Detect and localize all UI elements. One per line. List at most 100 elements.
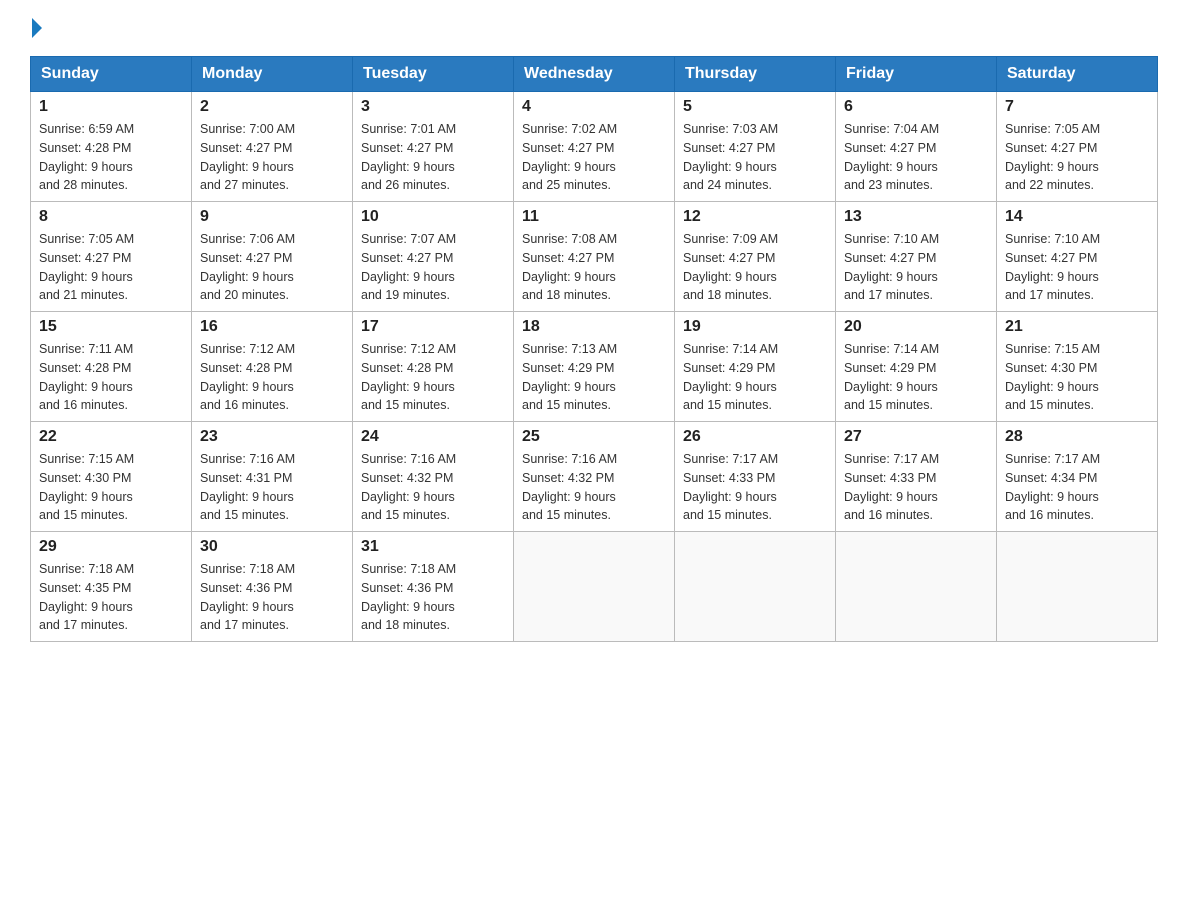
day-info: Sunrise: 7:13 AMSunset: 4:29 PMDaylight:… [522,340,666,415]
day-info: Sunrise: 7:11 AMSunset: 4:28 PMDaylight:… [39,340,183,415]
day-number: 16 [200,318,344,336]
day-info: Sunrise: 7:07 AMSunset: 4:27 PMDaylight:… [361,230,505,305]
calendar-cell: 20 Sunrise: 7:14 AMSunset: 4:29 PMDayligh… [836,312,997,422]
calendar-cell: 27 Sunrise: 7:17 AMSunset: 4:33 PMDayligh… [836,422,997,532]
calendar-cell: 17 Sunrise: 7:12 AMSunset: 4:28 PMDayligh… [353,312,514,422]
day-number: 29 [39,538,183,556]
day-info: Sunrise: 7:06 AMSunset: 4:27 PMDaylight:… [200,230,344,305]
day-info: Sunrise: 7:17 AMSunset: 4:33 PMDaylight:… [844,450,988,525]
day-info: Sunrise: 7:18 AMSunset: 4:36 PMDaylight:… [361,560,505,635]
day-number: 3 [361,98,505,116]
day-info: Sunrise: 7:09 AMSunset: 4:27 PMDaylight:… [683,230,827,305]
day-header-monday: Monday [192,57,353,92]
calendar-cell [514,532,675,642]
day-number: 15 [39,318,183,336]
calendar-cell: 12 Sunrise: 7:09 AMSunset: 4:27 PMDayligh… [675,202,836,312]
calendar-cell: 10 Sunrise: 7:07 AMSunset: 4:27 PMDayligh… [353,202,514,312]
calendar-cell: 3 Sunrise: 7:01 AMSunset: 4:27 PMDaylight… [353,92,514,202]
day-info: Sunrise: 7:10 AMSunset: 4:27 PMDaylight:… [844,230,988,305]
calendar-cell: 26 Sunrise: 7:17 AMSunset: 4:33 PMDayligh… [675,422,836,532]
calendar-cell: 9 Sunrise: 7:06 AMSunset: 4:27 PMDaylight… [192,202,353,312]
day-info: Sunrise: 7:14 AMSunset: 4:29 PMDaylight:… [844,340,988,415]
calendar-cell: 2Sunrise: 7:00 AMSunset: 4:27 PMDaylight… [192,92,353,202]
day-number: 9 [200,208,344,226]
day-number: 17 [361,318,505,336]
day-info: Sunrise: 7:14 AMSunset: 4:29 PMDaylight:… [683,340,827,415]
day-number: 20 [844,318,988,336]
day-info: Sunrise: 7:05 AMSunset: 4:27 PMDaylight:… [1005,120,1149,195]
day-info: Sunrise: 7:17 AMSunset: 4:34 PMDaylight:… [1005,450,1149,525]
day-number: 28 [1005,428,1149,446]
calendar-cell: 31 Sunrise: 7:18 AMSunset: 4:36 PMDayligh… [353,532,514,642]
day-info: Sunrise: 7:10 AMSunset: 4:27 PMDaylight:… [1005,230,1149,305]
calendar-cell: 5 Sunrise: 7:03 AMSunset: 4:27 PMDaylight… [675,92,836,202]
calendar-cell: 30 Sunrise: 7:18 AMSunset: 4:36 PMDayligh… [192,532,353,642]
day-header-wednesday: Wednesday [514,57,675,92]
days-of-week-row: SundayMondayTuesdayWednesdayThursdayFrid… [31,57,1158,92]
day-number: 10 [361,208,505,226]
day-info: Sunrise: 7:08 AMSunset: 4:27 PMDaylight:… [522,230,666,305]
day-number: 14 [1005,208,1149,226]
calendar-cell [675,532,836,642]
calendar-cell: 7 Sunrise: 7:05 AMSunset: 4:27 PMDaylight… [997,92,1158,202]
day-header-friday: Friday [836,57,997,92]
week-row-2: 8 Sunrise: 7:05 AMSunset: 4:27 PMDaylight… [31,202,1158,312]
day-header-saturday: Saturday [997,57,1158,92]
day-number: 11 [522,208,666,226]
day-info: Sunrise: 7:17 AMSunset: 4:33 PMDaylight:… [683,450,827,525]
day-number: 4 [522,98,666,116]
calendar-cell: 4 Sunrise: 7:02 AMSunset: 4:27 PMDaylight… [514,92,675,202]
day-number: 7 [1005,98,1149,116]
calendar-cell [836,532,997,642]
calendar-cell: 24 Sunrise: 7:16 AMSunset: 4:32 PMDayligh… [353,422,514,532]
calendar-cell: 15 Sunrise: 7:11 AMSunset: 4:28 PMDayligh… [31,312,192,422]
calendar-cell: 16Sunrise: 7:12 AMSunset: 4:28 PMDayligh… [192,312,353,422]
calendar-cell: 22Sunrise: 7:15 AMSunset: 4:30 PMDayligh… [31,422,192,532]
week-row-1: 1 Sunrise: 6:59 AMSunset: 4:28 PMDaylight… [31,92,1158,202]
calendar-cell [997,532,1158,642]
logo [30,20,42,38]
day-number: 27 [844,428,988,446]
day-number: 24 [361,428,505,446]
page-header [30,20,1158,38]
calendar-cell: 23 Sunrise: 7:16 AMSunset: 4:31 PMDayligh… [192,422,353,532]
calendar-cell: 29 Sunrise: 7:18 AMSunset: 4:35 PMDayligh… [31,532,192,642]
day-info: Sunrise: 7:03 AMSunset: 4:27 PMDaylight:… [683,120,827,195]
week-row-5: 29 Sunrise: 7:18 AMSunset: 4:35 PMDayligh… [31,532,1158,642]
day-number: 2 [200,98,344,116]
day-number: 19 [683,318,827,336]
day-info: Sunrise: 7:02 AMSunset: 4:27 PMDaylight:… [522,120,666,195]
calendar-cell: 11 Sunrise: 7:08 AMSunset: 4:27 PMDayligh… [514,202,675,312]
calendar-cell: 6Sunrise: 7:04 AMSunset: 4:27 PMDaylight… [836,92,997,202]
day-info: Sunrise: 6:59 AMSunset: 4:28 PMDaylight:… [39,120,183,195]
calendar-cell: 28 Sunrise: 7:17 AMSunset: 4:34 PMDayligh… [997,422,1158,532]
day-info: Sunrise: 7:18 AMSunset: 4:35 PMDaylight:… [39,560,183,635]
day-info: Sunrise: 7:12 AMSunset: 4:28 PMDaylight:… [361,340,505,415]
day-number: 31 [361,538,505,556]
day-number: 23 [200,428,344,446]
day-number: 8 [39,208,183,226]
day-info: Sunrise: 7:16 AMSunset: 4:32 PMDaylight:… [361,450,505,525]
calendar-cell: 21Sunrise: 7:15 AMSunset: 4:30 PMDayligh… [997,312,1158,422]
day-info: Sunrise: 7:01 AMSunset: 4:27 PMDaylight:… [361,120,505,195]
calendar-cell: 8 Sunrise: 7:05 AMSunset: 4:27 PMDaylight… [31,202,192,312]
day-number: 18 [522,318,666,336]
week-row-3: 15 Sunrise: 7:11 AMSunset: 4:28 PMDayligh… [31,312,1158,422]
day-info: Sunrise: 7:16 AMSunset: 4:32 PMDaylight:… [522,450,666,525]
day-number: 12 [683,208,827,226]
day-info: Sunrise: 7:16 AMSunset: 4:31 PMDaylight:… [200,450,344,525]
day-info: Sunrise: 7:18 AMSunset: 4:36 PMDaylight:… [200,560,344,635]
day-info: Sunrise: 7:05 AMSunset: 4:27 PMDaylight:… [39,230,183,305]
day-number: 26 [683,428,827,446]
day-info: Sunrise: 7:15 AMSunset: 4:30 PMDaylight:… [1005,340,1149,415]
calendar-cell: 18 Sunrise: 7:13 AMSunset: 4:29 PMDayligh… [514,312,675,422]
day-number: 30 [200,538,344,556]
calendar-cell: 13Sunrise: 7:10 AMSunset: 4:27 PMDayligh… [836,202,997,312]
calendar-cell: 25Sunrise: 7:16 AMSunset: 4:32 PMDayligh… [514,422,675,532]
day-number: 1 [39,98,183,116]
logo-arrow-icon [32,18,42,38]
calendar-cell: 14 Sunrise: 7:10 AMSunset: 4:27 PMDayligh… [997,202,1158,312]
day-number: 5 [683,98,827,116]
day-header-tuesday: Tuesday [353,57,514,92]
day-info: Sunrise: 7:15 AMSunset: 4:30 PMDaylight:… [39,450,183,525]
